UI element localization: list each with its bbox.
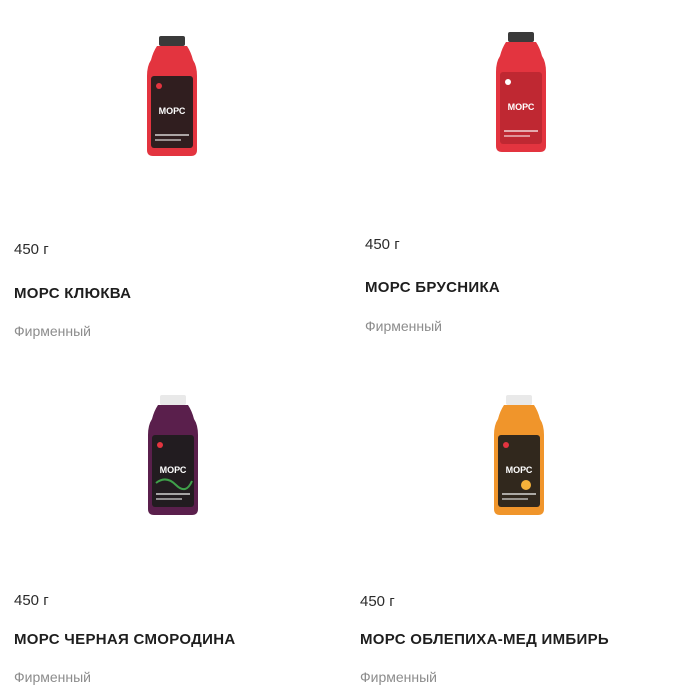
- product-weight: 450 г: [14, 241, 49, 258]
- bottle-cap: [160, 395, 186, 405]
- product-weight: 450 г: [14, 592, 49, 609]
- product-image[interactable]: МОРС: [360, 355, 690, 555]
- product-title[interactable]: МОРС ЧЕРНАЯ СМОРОДИНА: [14, 631, 235, 648]
- product-card[interactable]: МОРС 450 г МОРС БРУСНИКА Фирменный: [365, 0, 695, 340]
- product-card[interactable]: МОРС 450 г МОРС КЛЮКВА Фирменный: [14, 0, 344, 340]
- product-category: Фирменный: [14, 669, 92, 685]
- product-image[interactable]: МОРС: [14, 0, 344, 200]
- product-image[interactable]: МОРС: [365, 0, 695, 200]
- bottle-cap: [506, 395, 532, 405]
- product-category: Фирменный: [360, 669, 438, 685]
- bottle-image: МОРС: [494, 395, 544, 515]
- product-category: Фирменный: [365, 318, 443, 334]
- product-card[interactable]: МОРС 450 г МОРС ОБЛЕПИХА-МЕД ИМБИРЬ Фирм…: [360, 355, 690, 695]
- svg-text:МОРС: МОРС: [159, 106, 186, 116]
- product-image[interactable]: МОРС: [14, 355, 344, 555]
- bottle-image: МОРС: [148, 395, 198, 515]
- bottle-image: МОРС: [496, 32, 546, 152]
- bottle-image: МОРС: [147, 36, 197, 156]
- bottle-cap: [508, 32, 534, 42]
- product-category: Фирменный: [14, 323, 92, 339]
- product-title[interactable]: МОРС БРУСНИКА: [365, 279, 500, 296]
- product-title[interactable]: МОРС КЛЮКВА: [14, 285, 131, 302]
- svg-text:МОРС: МОРС: [160, 465, 187, 475]
- svg-text:МОРС: МОРС: [508, 102, 535, 112]
- product-weight: 450 г: [365, 236, 400, 253]
- bottle-cap: [159, 36, 185, 46]
- svg-text:МОРС: МОРС: [506, 465, 533, 475]
- product-card[interactable]: МОРС 450 г МОРС ЧЕРНАЯ СМОРОДИНА Фирменн…: [14, 355, 344, 695]
- product-weight: 450 г: [360, 593, 395, 610]
- product-title[interactable]: МОРС ОБЛЕПИХА-МЕД ИМБИРЬ: [360, 631, 609, 648]
